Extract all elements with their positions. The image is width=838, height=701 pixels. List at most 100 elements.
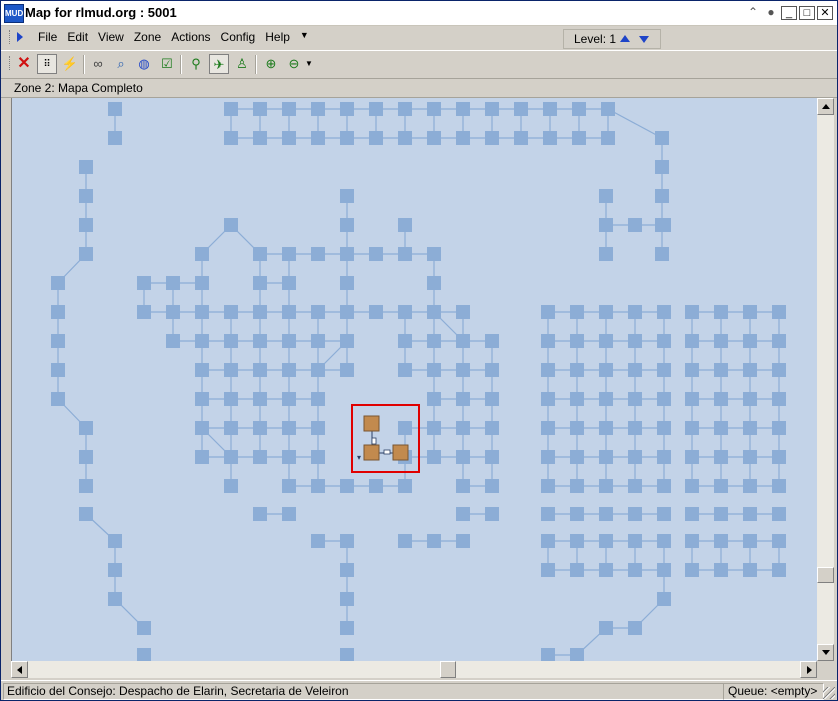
map-room[interactable] <box>311 131 325 145</box>
map-room[interactable] <box>655 189 669 203</box>
map-room[interactable] <box>456 507 470 521</box>
map-room[interactable] <box>369 479 383 493</box>
map-room[interactable] <box>79 421 93 435</box>
map-room[interactable] <box>485 507 499 521</box>
binoculars-icon[interactable]: ∞ <box>88 54 108 74</box>
map-room[interactable] <box>108 534 122 548</box>
map-room[interactable] <box>427 305 441 319</box>
map-room[interactable] <box>224 334 238 348</box>
map-room[interactable] <box>541 421 555 435</box>
map-room[interactable] <box>541 534 555 548</box>
map-room[interactable] <box>714 334 728 348</box>
map-room[interactable] <box>340 648 354 661</box>
map-room[interactable] <box>398 102 412 116</box>
current-room[interactable] <box>363 444 380 461</box>
map-room[interactable] <box>743 334 757 348</box>
menu-play-icon[interactable] <box>17 32 23 42</box>
map-room[interactable] <box>685 363 699 377</box>
map-room[interactable] <box>253 247 267 261</box>
map-room[interactable] <box>79 218 93 232</box>
path-tool-icon[interactable]: ⚡ <box>60 54 80 74</box>
map-room[interactable] <box>743 563 757 577</box>
map-room[interactable] <box>195 334 209 348</box>
pin-icon[interactable]: ● <box>763 5 779 20</box>
map-room[interactable] <box>456 479 470 493</box>
map-room[interactable] <box>628 563 642 577</box>
map-room[interactable] <box>628 479 642 493</box>
map-room[interactable] <box>79 189 93 203</box>
map-room[interactable] <box>224 131 238 145</box>
map-room[interactable] <box>514 102 528 116</box>
map-room[interactable] <box>224 102 238 116</box>
map-room[interactable] <box>137 305 151 319</box>
map-room[interactable] <box>427 450 441 464</box>
map-room[interactable] <box>599 621 613 635</box>
map-room[interactable] <box>541 334 555 348</box>
map-room[interactable] <box>340 592 354 606</box>
map-room[interactable] <box>485 102 499 116</box>
map-room[interactable] <box>51 305 65 319</box>
map-room[interactable] <box>311 305 325 319</box>
map-room[interactable] <box>253 276 267 290</box>
map-room[interactable] <box>541 479 555 493</box>
globe-icon[interactable]: ◍ <box>134 54 154 74</box>
map-room[interactable] <box>340 363 354 377</box>
map-room[interactable] <box>599 534 613 548</box>
menu-edit[interactable]: Edit <box>62 30 93 44</box>
map-room[interactable] <box>772 305 786 319</box>
map-room[interactable] <box>51 276 65 290</box>
menu-config[interactable]: Config <box>216 30 261 44</box>
map-room[interactable] <box>714 392 728 406</box>
map-room[interactable] <box>311 534 325 548</box>
menu-file[interactable]: File <box>33 30 62 44</box>
map-room[interactable] <box>224 479 238 493</box>
map-room[interactable] <box>657 563 671 577</box>
map-room[interactable] <box>427 392 441 406</box>
map-room[interactable] <box>714 363 728 377</box>
map-room[interactable] <box>541 392 555 406</box>
map-room[interactable] <box>398 363 412 377</box>
map-room[interactable] <box>657 479 671 493</box>
map-room[interactable] <box>485 479 499 493</box>
horizontal-scroll-thumb[interactable] <box>440 661 456 678</box>
map-room[interactable] <box>743 507 757 521</box>
map-room[interactable] <box>599 334 613 348</box>
map-room[interactable] <box>282 305 296 319</box>
map-room[interactable] <box>485 131 499 145</box>
map-room[interactable] <box>570 479 584 493</box>
map-room[interactable] <box>224 421 238 435</box>
map-room[interactable] <box>79 507 93 521</box>
map-room[interactable] <box>772 363 786 377</box>
map-room[interactable] <box>311 363 325 377</box>
map-room[interactable] <box>79 450 93 464</box>
maximize-button[interactable]: □ <box>799 5 815 20</box>
zoom-dropdown-icon[interactable]: ▼ <box>303 54 315 74</box>
map-room[interactable] <box>628 534 642 548</box>
map-room[interactable] <box>772 534 786 548</box>
map-room[interactable] <box>340 218 354 232</box>
map-room[interactable] <box>601 102 615 116</box>
level-up-icon[interactable] <box>620 35 630 42</box>
map-room[interactable] <box>541 648 555 661</box>
map-room[interactable] <box>743 363 757 377</box>
map-room[interactable] <box>51 363 65 377</box>
map-room[interactable] <box>195 450 209 464</box>
scroll-left-button[interactable] <box>11 661 28 678</box>
map-room[interactable] <box>685 563 699 577</box>
map-room[interactable] <box>340 334 354 348</box>
map-room[interactable] <box>311 247 325 261</box>
map-room[interactable] <box>570 507 584 521</box>
horizontal-scrollbar[interactable] <box>11 661 817 678</box>
menu-grip[interactable] <box>9 30 14 44</box>
map-room[interactable] <box>543 102 557 116</box>
map-room[interactable] <box>398 421 412 435</box>
map-room[interactable] <box>772 421 786 435</box>
map-room[interactable] <box>253 334 267 348</box>
scroll-right-button[interactable] <box>800 661 817 678</box>
map-room[interactable] <box>599 507 613 521</box>
map-room[interactable] <box>772 507 786 521</box>
scroll-up-button[interactable] <box>817 98 834 115</box>
map-room[interactable] <box>628 450 642 464</box>
map-room[interactable] <box>714 479 728 493</box>
map-room[interactable] <box>628 392 642 406</box>
